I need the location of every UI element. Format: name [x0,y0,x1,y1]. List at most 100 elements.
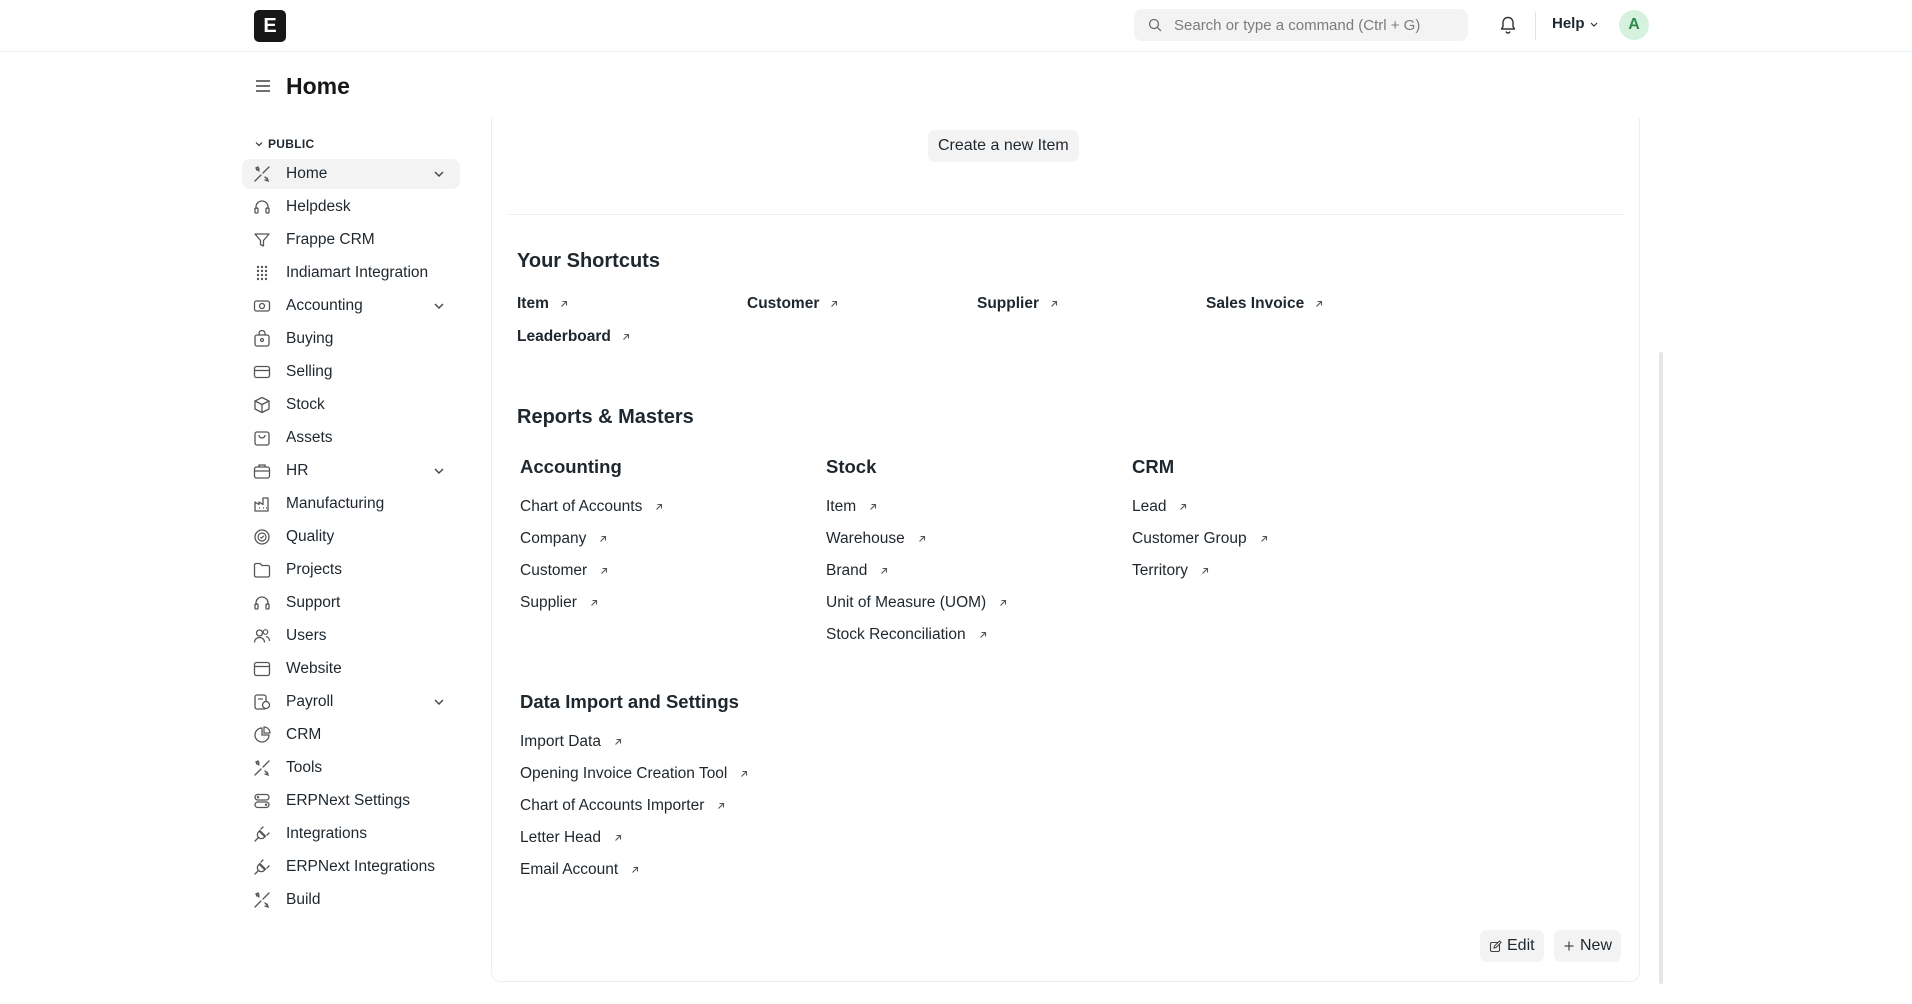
link-warehouse[interactable]: Warehouse [826,530,927,548]
link-email-account[interactable]: Email Account [520,861,640,879]
sidebar-item-label: Projects [286,561,342,578]
sidebar-item-accounting[interactable]: Accounting [242,291,460,321]
search-input[interactable] [1174,9,1454,41]
external-arrow-icon [598,534,608,544]
sidebar-item-erpnext-integrations[interactable]: ERPNext Integrations [242,852,460,882]
browser-icon [252,659,272,679]
sidebar-item-website[interactable]: Website [242,654,460,684]
link-chart-of-accounts[interactable]: Chart of Accounts [520,498,664,516]
sidebar-item-indiamart-integration[interactable]: Indiamart Integration [242,258,460,288]
search-bar[interactable] [1134,9,1468,41]
sidebar-item-users[interactable]: Users [242,621,460,651]
shortcuts-title: Your Shortcuts [517,250,660,272]
help-dropdown[interactable]: Help [1552,15,1599,32]
link-unit-of-measure-uom[interactable]: Unit of Measure (UOM) [826,594,1008,612]
link-label: Lead [1132,498,1167,515]
shortcut-leaderboard[interactable]: Leaderboard [517,328,631,346]
link-label: Company [520,530,587,547]
link-import-data[interactable]: Import Data [520,733,623,751]
link-item[interactable]: Item [826,498,878,516]
link-label: Brand [826,562,868,579]
section-divider [509,214,1624,215]
sidebar-toggle-icon[interactable] [254,78,272,94]
workspace-main: Create a new Item Your Shortcuts Item Cus… [491,118,1640,982]
link-lead[interactable]: Lead [1132,498,1188,516]
create-new-item-button[interactable]: Create a new Item [928,130,1079,162]
link-opening-invoice-creation-tool[interactable]: Opening Invoice Creation Tool [520,765,749,783]
link-territory[interactable]: Territory [1132,562,1210,580]
sidebar-item-home[interactable]: Home [242,159,460,189]
sidebar-item-selling[interactable]: Selling [242,357,460,387]
sidebar-item-helpdesk[interactable]: Helpdesk [242,192,460,222]
sidebar-section-public[interactable]: PUBLIC [242,132,460,156]
sidebar-item-label: ERPNext Settings [286,792,411,809]
sidebar: PUBLIC Home Helpdesk Frappe CRM Indiamart I… [242,132,460,915]
users-icon [252,626,272,646]
link-customer-group[interactable]: Customer Group [1132,530,1269,548]
page-head: Home [254,70,350,102]
headset-icon [252,197,272,217]
link-company[interactable]: Company [520,530,608,548]
reports-masters-title: Reports & Masters [517,406,694,428]
app-logo[interactable]: E [254,10,286,42]
sidebar-item-assets[interactable]: Assets [242,423,460,453]
sidebar-item-quality[interactable]: Quality [242,522,460,552]
external-arrow-icon [599,566,609,576]
external-arrow-icon [621,332,631,342]
card-title-accounting: Accounting [520,456,622,477]
link-label: Chart of Accounts Importer [520,797,705,814]
sidebar-item-label: Home [286,165,328,182]
sidebar-item-payroll[interactable]: Payroll [242,687,460,717]
card-title-crm: CRM [1132,456,1175,477]
sidebar-item-label: Integrations [286,825,367,842]
sidebar-item-label: Website [286,660,342,677]
sidebar-item-integrations[interactable]: Integrations [242,819,460,849]
new-button[interactable]: New [1554,930,1622,962]
sidebar-item-support[interactable]: Support [242,588,460,618]
page-title: Home [286,72,350,99]
shortcut-label: Item [517,295,549,312]
chevron-down-icon[interactable] [432,464,446,478]
link-stock-reconciliation[interactable]: Stock Reconciliation [826,626,988,644]
sidebar-item-stock[interactable]: Stock [242,390,460,420]
link-brand[interactable]: Brand [826,562,889,580]
external-arrow-icon [716,801,726,811]
shortcut-customer[interactable]: Customer [747,295,839,313]
link-customer[interactable]: Customer [520,562,609,580]
shortcut-supplier[interactable]: Supplier [977,295,1059,313]
link-letter-head[interactable]: Letter Head [520,829,623,847]
sidebar-item-tools[interactable]: Tools [242,753,460,783]
link-label: Stock Reconciliation [826,626,966,643]
external-arrow-icon [868,502,878,512]
sidebar-item-label: Manufacturing [286,495,385,512]
link-label: Customer [520,562,588,579]
chevron-down-icon[interactable] [432,167,446,181]
edit-label: Edit [1507,937,1535,954]
sidebar-item-frappe-crm[interactable]: Frappe CRM [242,225,460,255]
link-chart-of-accounts-importer[interactable]: Chart of Accounts Importer [520,797,726,815]
card-title-data-import-and-settings: Data Import and Settings [520,691,739,712]
shortcut-sales-invoice[interactable]: Sales Invoice [1206,295,1324,313]
sidebar-item-manufacturing[interactable]: Manufacturing [242,489,460,519]
sidebar-item-build[interactable]: Build [242,885,460,915]
sidebar-item-buying[interactable]: Buying [242,324,460,354]
link-label: Unit of Measure (UOM) [826,594,987,611]
payroll-icon [252,692,272,712]
notification-bell-icon[interactable] [1499,15,1517,35]
sidebar-item-crm[interactable]: CRM [242,720,460,750]
chevron-down-icon[interactable] [432,695,446,709]
sidebar-section-label: PUBLIC [268,137,315,151]
external-arrow-icon [613,833,623,843]
search-icon [1148,18,1162,32]
user-avatar[interactable]: A [1619,10,1649,40]
sidebar-item-hr[interactable]: HR [242,456,460,486]
chevron-down-icon[interactable] [432,299,446,313]
link-supplier[interactable]: Supplier [520,594,599,612]
shortcut-item[interactable]: Item [517,295,569,313]
link-label: Letter Head [520,829,601,846]
page-scrollbar[interactable] [1659,352,1663,984]
sidebar-item-erpnext-settings[interactable]: ERPNext Settings [242,786,460,816]
folder-icon [252,560,272,580]
sidebar-item-projects[interactable]: Projects [242,555,460,585]
edit-button[interactable]: Edit [1480,930,1544,962]
